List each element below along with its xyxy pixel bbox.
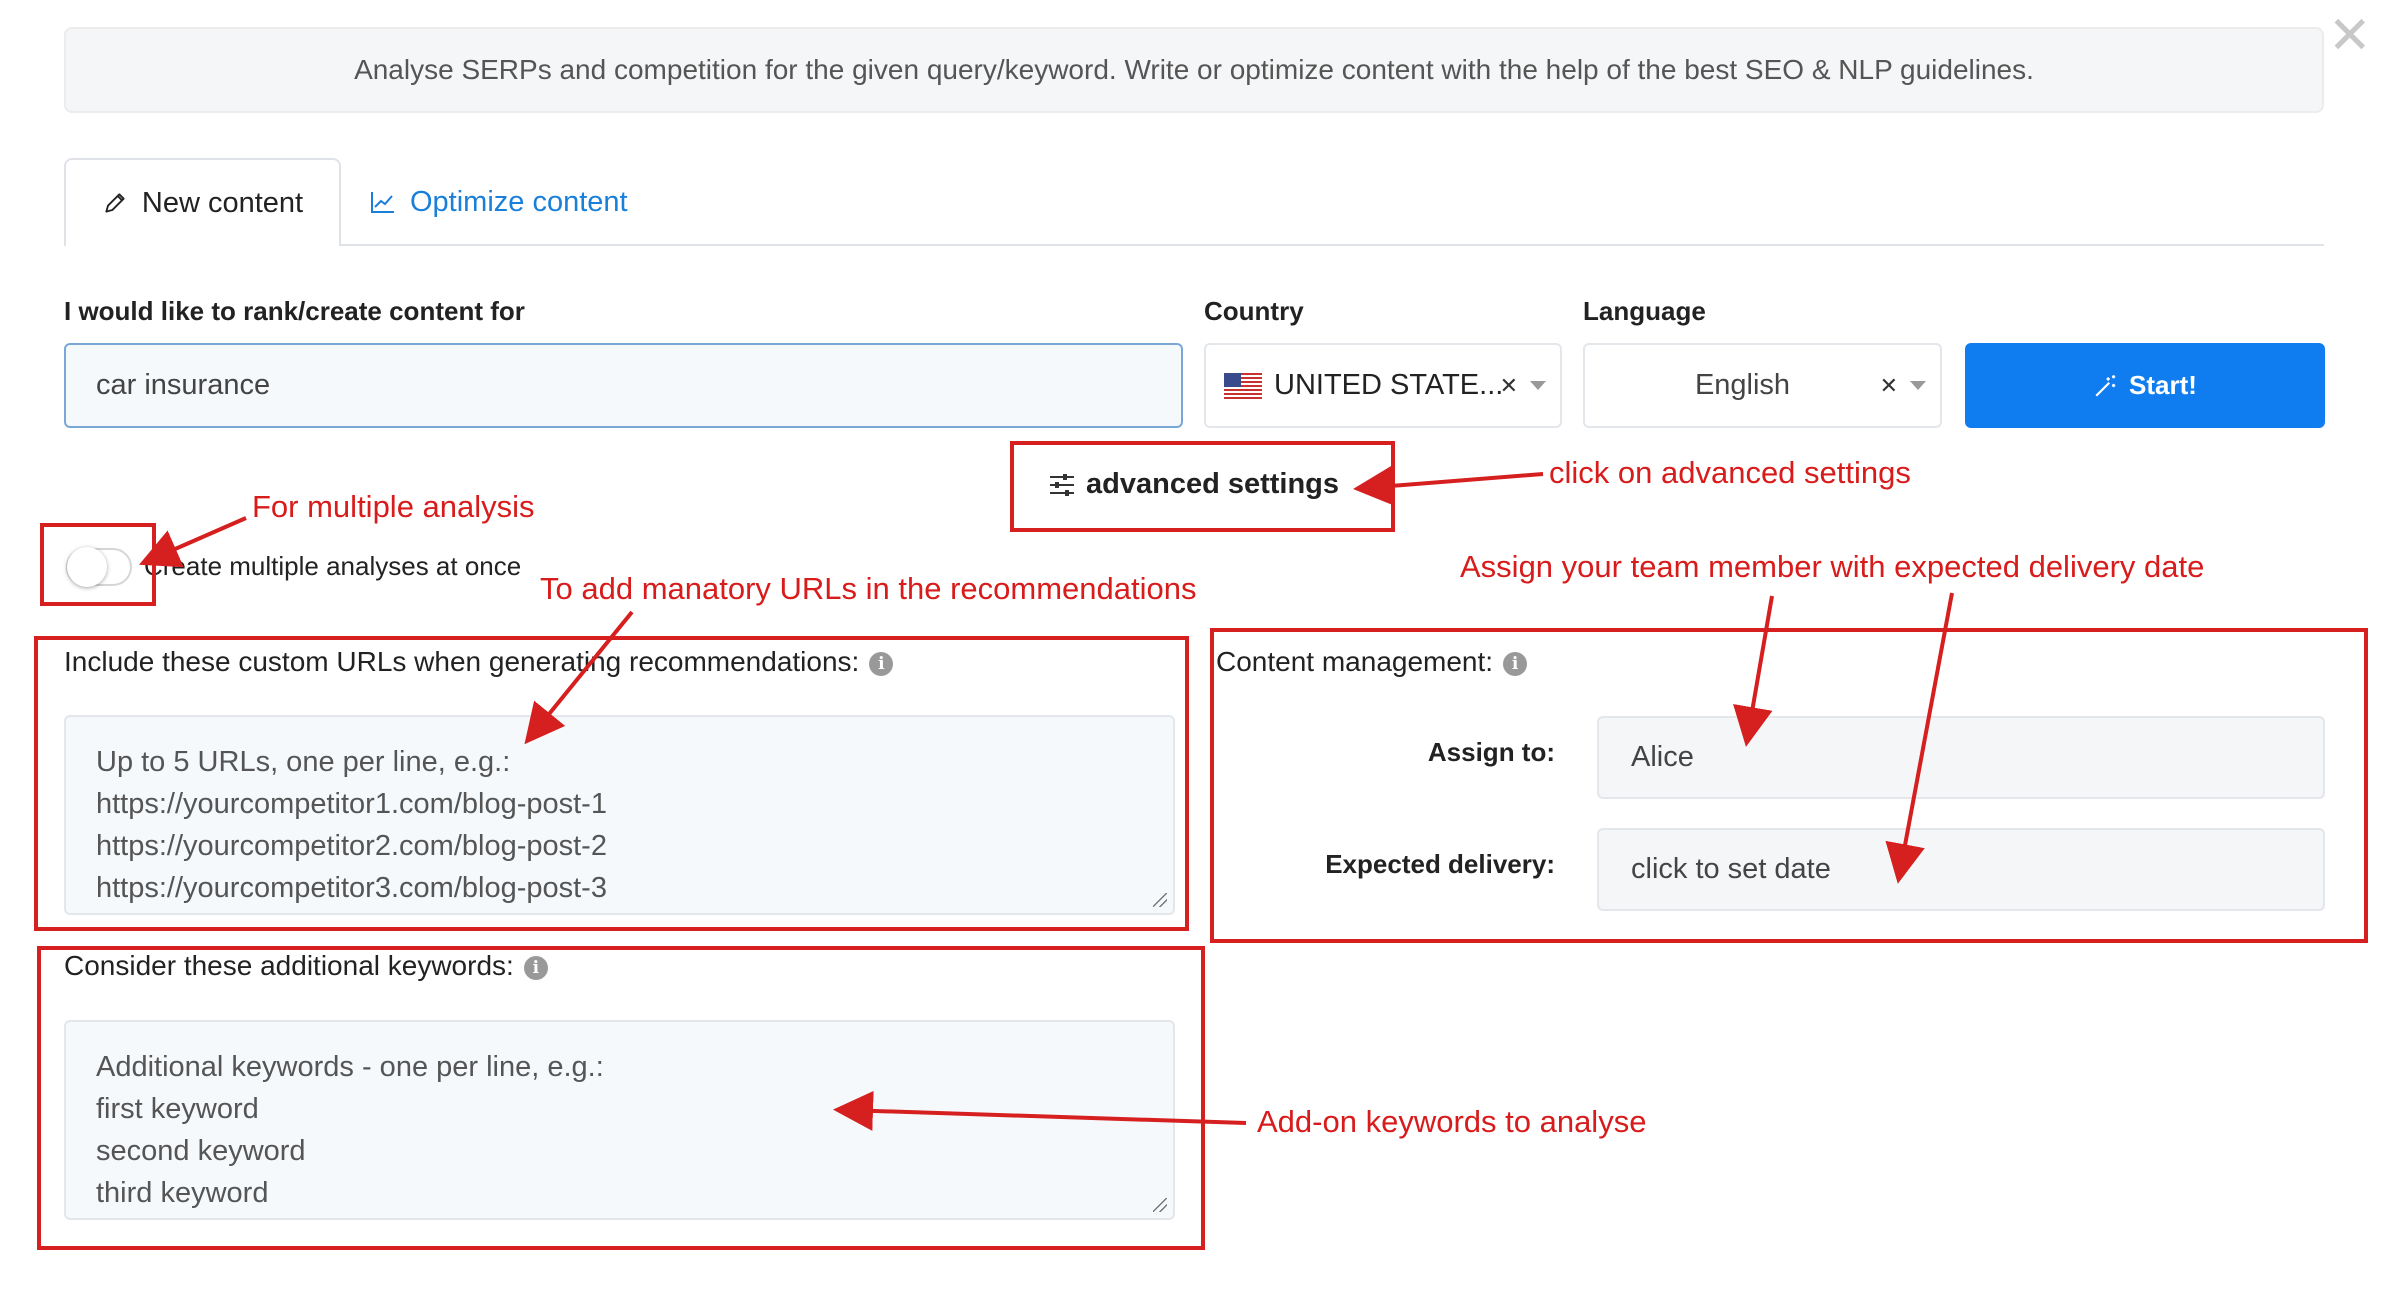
- language-value: English: [1694, 369, 1791, 401]
- annotation-multiple: For multiple analysis: [252, 489, 535, 524]
- annotation-keywords: Add-on keywords to analyse: [1257, 1104, 1647, 1139]
- annotation-box-toggle: [40, 523, 156, 606]
- start-button-label: Start!: [2129, 370, 2197, 400]
- banner-text: Analyse SERPs and competition for the gi…: [354, 54, 2034, 85]
- start-button[interactable]: Start!: [1965, 343, 2325, 428]
- country-select[interactable]: UNITED STATE... ✕: [1204, 343, 1562, 428]
- tabs-divider: [64, 244, 2324, 246]
- magic-wand-icon: [2095, 374, 2116, 397]
- chevron-down-icon[interactable]: [1530, 381, 1546, 390]
- annotation-box-advanced: [1010, 441, 1395, 532]
- language-label: Language: [1583, 296, 1706, 326]
- chart-icon: [371, 192, 394, 213]
- tab-optimize-content-label: Optimize content: [410, 185, 628, 218]
- country-label: Country: [1204, 296, 1304, 326]
- close-icon[interactable]: ✕: [2328, 10, 2372, 62]
- info-banner: Analyse SERPs and competition for the gi…: [64, 27, 2324, 113]
- annotation-urls: To add manatory URLs in the recommendati…: [540, 571, 1197, 606]
- keyword-label: I would like to rank/create content for: [64, 296, 525, 326]
- country-value: UNITED STATE...: [1274, 369, 1504, 401]
- keyword-input[interactable]: car insurance: [64, 343, 1183, 428]
- annotation-team: Assign your team member with expected de…: [1460, 549, 2205, 584]
- tab-optimize-content[interactable]: Optimize content: [370, 158, 628, 246]
- annotation-box-urls: [34, 636, 1189, 931]
- us-flag-icon: [1224, 372, 1262, 399]
- pencil-icon: [105, 193, 125, 213]
- tab-new-content[interactable]: New content: [64, 158, 341, 246]
- annotation-box-keywords: [37, 946, 1205, 1250]
- annotation-advanced: click on advanced settings: [1549, 455, 1911, 490]
- clear-country-icon[interactable]: ✕: [1500, 373, 1518, 399]
- keyword-input-value: car insurance: [96, 369, 271, 401]
- tab-new-content-label: New content: [141, 186, 304, 219]
- language-select[interactable]: English ✕: [1583, 343, 1942, 428]
- multiple-analyses-label: Create multiple analyses at once: [144, 551, 522, 581]
- chevron-down-icon[interactable]: [1910, 381, 1926, 390]
- annotation-box-content-management: [1210, 628, 2368, 943]
- clear-language-icon[interactable]: ✕: [1880, 373, 1898, 399]
